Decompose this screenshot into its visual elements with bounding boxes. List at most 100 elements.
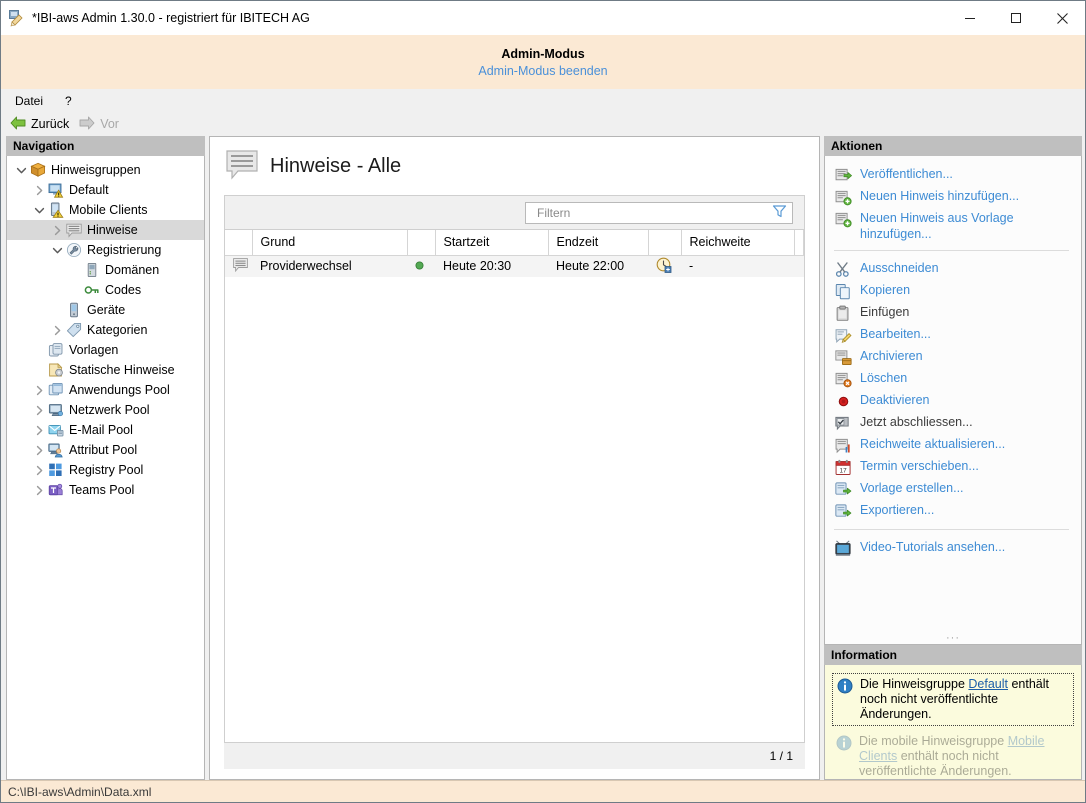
action-vorlage-erstellen[interactable]: Vorlage erstellen... [825, 478, 1081, 500]
table-row[interactable]: Providerwechsel Heute 20:30 Heute 22:00 [225, 255, 804, 277]
status-path: C:\IBI-aws\Admin\Data.xml [8, 785, 151, 799]
sidebar-item-label: Vorlagen [69, 343, 118, 357]
chevron-right-icon[interactable] [31, 400, 47, 420]
action-neuen-hinweis-hinzufuegen[interactable]: Neuen Hinweis hinzufügen... [825, 186, 1081, 208]
action-video-tutorials[interactable]: Video-Tutorials ansehen... [825, 537, 1081, 559]
chevron-down-icon[interactable] [13, 160, 29, 180]
column-header-spacer [794, 230, 804, 255]
menu-datei[interactable]: Datei [15, 94, 43, 108]
funnel-icon[interactable] [772, 204, 787, 221]
action-deaktivieren[interactable]: Deaktivieren [825, 390, 1081, 412]
sidebar-item-teams-pool[interactable]: Teams Pool [7, 480, 204, 500]
chevron-down-icon[interactable] [49, 240, 65, 260]
action-bearbeiten[interactable]: Bearbeiten... [825, 324, 1081, 346]
info-item-mobile-clients[interactable]: Die mobile Hinweisgruppe Mobile Clients … [832, 731, 1074, 782]
pencil-edit-icon [834, 326, 852, 344]
user-attribute-icon [47, 441, 65, 459]
action-termin-verschieben[interactable]: 17Termin verschieben... [825, 456, 1081, 478]
sidebar-item-vorlagen[interactable]: Vorlagen [7, 340, 204, 360]
chevron-right-icon[interactable] [31, 420, 47, 440]
column-header-schedule[interactable] [648, 230, 681, 255]
sidebar-item-domänen[interactable]: Domänen [7, 260, 204, 280]
forward-arrow-icon [79, 116, 95, 133]
chevron-right-icon[interactable] [31, 480, 47, 500]
menu-help[interactable]: ? [65, 94, 72, 108]
sidebar-item-hinweise[interactable]: Hinweise [7, 220, 204, 240]
action-ausschneiden[interactable]: Ausschneiden [825, 258, 1081, 280]
sidebar-item-netzwerk-pool[interactable]: Netzwerk Pool [7, 400, 204, 420]
sidebar-item-attribut-pool[interactable]: Attribut Pool [7, 440, 204, 460]
action-kopieren[interactable]: Kopieren [825, 280, 1081, 302]
sidebar-item-registry-pool[interactable]: Registry Pool [7, 460, 204, 480]
navigation-tree[interactable]: HinweisgruppenDefaultMobile ClientsHinwe… [6, 156, 205, 780]
back-button[interactable]: Zurück [10, 116, 69, 133]
sidebar-item-label: Statische Hinweise [69, 363, 175, 377]
info-icon [836, 735, 852, 751]
chevron-right-icon[interactable] [49, 220, 65, 240]
back-button-label: Zurück [31, 117, 69, 131]
chevron-down-icon[interactable] [31, 200, 47, 220]
action-einfuegen-label: Einfügen [860, 303, 909, 320]
information-header: Information [824, 645, 1082, 665]
sidebar-item-hinweisgruppen[interactable]: Hinweisgruppen [7, 160, 204, 180]
column-header-grund[interactable]: Grund [252, 230, 407, 255]
information-list: Die Hinweisgruppe Default enthält noch n… [824, 665, 1082, 780]
chevron-right-icon[interactable] [31, 380, 47, 400]
select-column-header[interactable] [225, 230, 252, 255]
action-neuen-hinweis-aus-vorlage[interactable]: Neuen Hinweis aus Vorlage hinzufügen... [825, 208, 1081, 243]
sidebar-item-anwendungs-pool[interactable]: Anwendungs Pool [7, 380, 204, 400]
sidebar-item-kategorien[interactable]: Kategorien [7, 320, 204, 340]
actions-resize-grip[interactable]: ··· [825, 635, 1081, 641]
menu-bar: Datei ? [1, 89, 1085, 112]
minimize-button[interactable] [947, 1, 993, 35]
note-add-icon [834, 188, 852, 206]
info-link[interactable]: Default [968, 677, 1008, 691]
action-loeschen-label: Löschen [860, 369, 907, 386]
application-window: *IBI-aws Admin 1.30.0 - registriert für … [0, 0, 1086, 803]
info-item-default[interactable]: Die Hinweisgruppe Default enthält noch n… [832, 673, 1074, 726]
actions-header: Aktionen [824, 136, 1082, 156]
sidebar-item-default[interactable]: Default [7, 180, 204, 200]
red-dot-icon [834, 392, 852, 410]
sidebar-item-e-mail-pool[interactable]: E-Mail Pool [7, 420, 204, 440]
sidebar-item-codes[interactable]: Codes [7, 280, 204, 300]
action-kopieren-label: Kopieren [860, 281, 910, 298]
window-title: *IBI-aws Admin 1.30.0 - registriert für … [32, 11, 310, 25]
action-loeschen[interactable]: Löschen [825, 368, 1081, 390]
column-header-startzeit[interactable]: Startzeit [435, 230, 548, 255]
column-header-endzeit[interactable]: Endzeit [548, 230, 648, 255]
chevron-right-icon[interactable] [31, 180, 47, 200]
action-archivieren[interactable]: Archivieren [825, 346, 1081, 368]
app-icon [8, 9, 26, 27]
mail-icon [47, 421, 65, 439]
action-einfuegen[interactable]: Einfügen [825, 302, 1081, 324]
action-jetzt-abschliessen[interactable]: Jetzt abschliessen... [825, 412, 1081, 434]
sidebar-item-statische-hinweise[interactable]: Statische Hinweise [7, 360, 204, 380]
filter-box[interactable] [525, 202, 793, 224]
sidebar-item-registrierung[interactable]: Registrierung [7, 240, 204, 260]
sidebar-item-mobile-clients[interactable]: Mobile Clients [7, 200, 204, 220]
admin-mode-exit-link[interactable]: Admin-Modus beenden [478, 64, 607, 78]
close-button[interactable] [1039, 1, 1085, 35]
maximize-button[interactable] [993, 1, 1039, 35]
admin-mode-banner: Admin-Modus Admin-Modus beenden [1, 35, 1085, 89]
action-exportieren[interactable]: Exportieren... [825, 500, 1081, 522]
forward-button-label: Vor [100, 117, 119, 131]
action-reichweite-aktualisieren[interactable]: Reichweite aktualisieren... [825, 434, 1081, 456]
action-neuen-hinweis-hinzufuegen-label: Neuen Hinweis hinzufügen... [860, 187, 1019, 204]
chevron-right-icon[interactable] [49, 320, 65, 340]
export-icon [834, 502, 852, 520]
column-header-reichweite[interactable]: Reichweite [681, 230, 794, 255]
chevron-right-icon[interactable] [31, 440, 47, 460]
tree-spacer [31, 340, 47, 360]
actions-separator [834, 250, 1069, 251]
forward-button[interactable]: Vor [79, 116, 119, 133]
search-input[interactable] [535, 205, 772, 221]
action-veroeffentlichen[interactable]: Veröffentlichen... [825, 164, 1081, 186]
chevron-right-icon[interactable] [31, 460, 47, 480]
navigation-panel: Navigation HinweisgruppenDefaultMobile C… [6, 136, 205, 780]
column-header-status[interactable] [407, 230, 435, 255]
paste-icon [834, 304, 852, 322]
info-prefix: Die Hinweisgruppe [860, 677, 968, 691]
sidebar-item-geräte[interactable]: Geräte [7, 300, 204, 320]
